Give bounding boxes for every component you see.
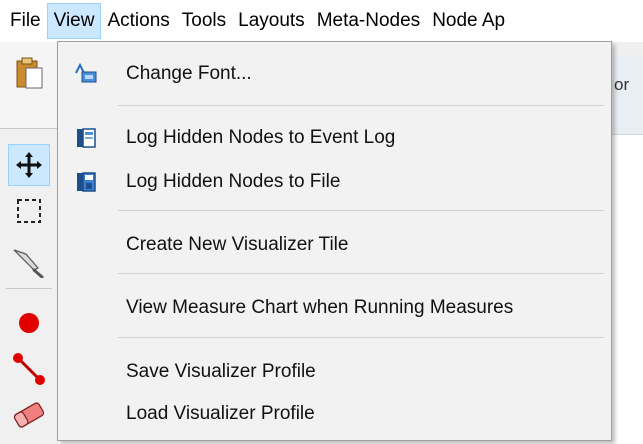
left-toolbar [0, 42, 58, 444]
add-node-tool[interactable] [8, 302, 50, 344]
app-window: File View Actions Tools Layouts Meta-Nod… [0, 0, 643, 444]
menu-item-label: Log Hidden Nodes to Event Log [126, 127, 396, 148]
menu-separator [118, 210, 604, 211]
select-rectangle-icon [17, 199, 41, 223]
menu-item-label: View Measure Chart when Running Measures [126, 297, 514, 318]
node-icon [19, 313, 39, 333]
menu-item-load-visualizer-profile[interactable]: Load Visualizer Profile [60, 395, 609, 433]
menu-item-label: Save Visualizer Profile [126, 361, 316, 382]
menu-item-change-font[interactable]: Change Font... [60, 55, 609, 93]
eraser-tool[interactable] [8, 394, 50, 436]
menu-item-label: Load Visualizer Profile [126, 403, 315, 424]
menu-item-label: Change Font... [126, 63, 252, 84]
toolbar-separator [6, 288, 52, 289]
menu-actions[interactable]: Actions [101, 3, 175, 39]
change-font-icon [75, 63, 97, 83]
paste-icon [16, 57, 43, 89]
menu-meta-nodes[interactable]: Meta-Nodes [311, 3, 427, 39]
scalpel-icon [13, 249, 44, 278]
menu-bar: File View Actions Tools Layouts Meta-Nod… [0, 0, 643, 42]
move-tool[interactable] [8, 144, 50, 186]
menu-item-save-visualizer-profile[interactable]: Save Visualizer Profile [60, 353, 609, 391]
background-panel: or [610, 55, 643, 135]
paste-button[interactable] [8, 52, 50, 94]
select-rectangle-tool[interactable] [8, 190, 50, 232]
background-partial-text: or [614, 75, 630, 94]
move-icon [16, 152, 42, 178]
menu-item-log-hidden-nodes-file[interactable]: Log Hidden Nodes to File [60, 163, 609, 201]
save-file-icon [77, 172, 96, 192]
menu-file[interactable]: File [4, 3, 47, 39]
menu-view[interactable]: View [46, 3, 102, 39]
view-menu-dropdown: Change Font... Log Hidden Nodes to Event… [57, 41, 612, 441]
menu-item-view-measure-chart[interactable]: View Measure Chart when Running Measures [60, 289, 609, 327]
menu-item-log-hidden-nodes-event-log[interactable]: Log Hidden Nodes to Event Log [60, 119, 609, 157]
eraser-icon [13, 402, 45, 428]
menu-item-create-visualizer-tile[interactable]: Create New Visualizer Tile [60, 226, 609, 264]
edge-icon [13, 353, 45, 385]
menu-tools[interactable]: Tools [176, 3, 232, 39]
menu-separator [118, 337, 604, 338]
menu-layouts[interactable]: Layouts [232, 3, 311, 39]
menu-item-label: Log Hidden Nodes to File [126, 171, 341, 192]
menu-separator [118, 105, 604, 106]
scalpel-tool[interactable] [8, 240, 50, 282]
menu-separator [118, 273, 604, 274]
event-log-icon [77, 128, 96, 148]
add-edge-tool[interactable] [8, 348, 50, 390]
menu-node-ap[interactable]: Node Ap [426, 3, 511, 39]
menu-item-label: Create New Visualizer Tile [126, 234, 349, 255]
